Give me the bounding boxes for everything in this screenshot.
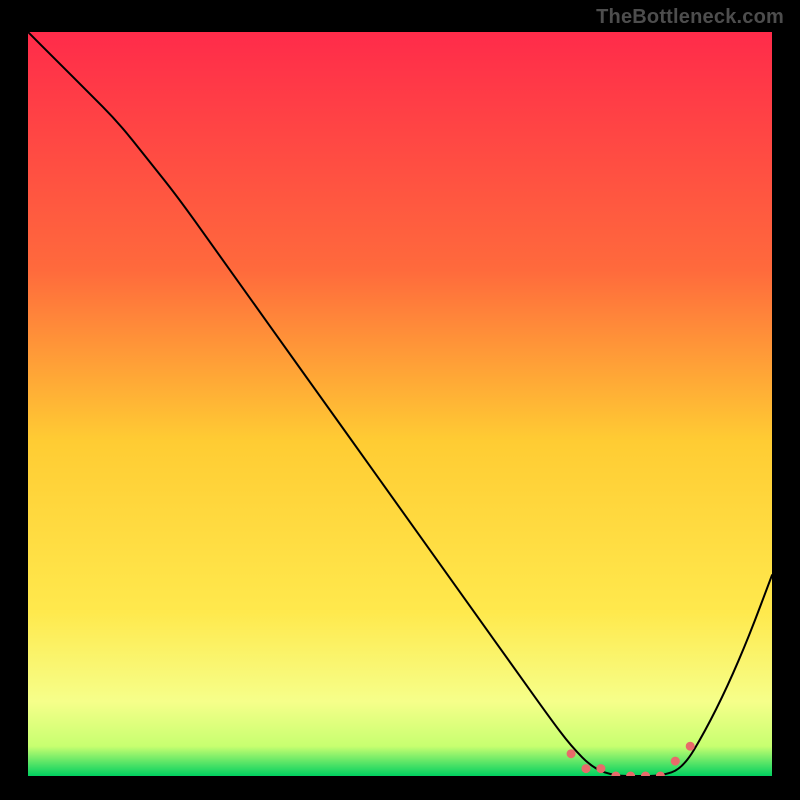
watermark-text: TheBottleneck.com (596, 6, 784, 29)
bottleneck-chart (28, 32, 772, 776)
marker-dot (567, 749, 576, 758)
plot-area (28, 32, 772, 776)
marker-dot (582, 764, 591, 773)
chart-stage: TheBottleneck.com (0, 0, 800, 800)
marker-dot (671, 757, 680, 766)
marker-dot (686, 742, 695, 751)
marker-dot (596, 764, 605, 773)
